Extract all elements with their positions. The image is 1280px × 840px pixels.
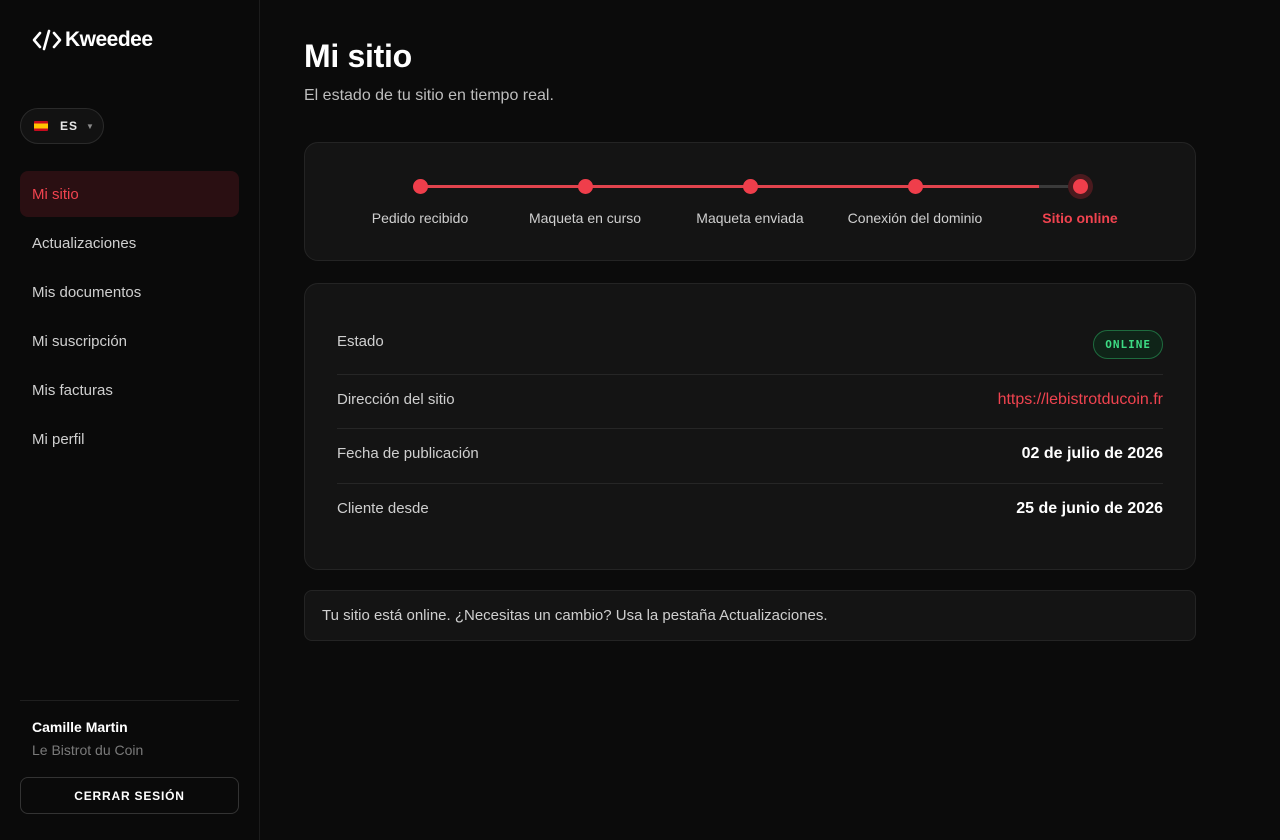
sidebar-nav: Mi sitio Actualizaciones Mis documentos … bbox=[20, 171, 239, 465]
page-title: Mi sitio bbox=[304, 38, 412, 74]
user-company: Le Bistrot du Coin bbox=[32, 742, 144, 758]
caret-down-icon: ▼ bbox=[86, 121, 94, 131]
page-subtitle: El estado de tu sitio en tiempo real. bbox=[304, 87, 554, 104]
detail-row-client-since: Cliente desde 25 de junio de 2026 bbox=[337, 484, 1163, 538]
language-code: ES bbox=[60, 119, 79, 133]
step-label-2: Maqueta en curso bbox=[528, 210, 642, 226]
sidebar-item-mis-facturas[interactable]: Mis facturas bbox=[20, 367, 239, 413]
detail-row-address: Dirección del sitio https://lebistrotduc… bbox=[337, 375, 1163, 429]
step-label-4: Conexión del dominio bbox=[847, 210, 983, 226]
status-label: Estado bbox=[337, 333, 384, 350]
step-dot-1 bbox=[413, 179, 428, 194]
info-note: Tu sitio está online. ¿Necesitas un camb… bbox=[304, 590, 1196, 641]
step-label-5: Sitio online bbox=[1042, 210, 1118, 226]
address-label: Dirección del sitio bbox=[337, 391, 455, 408]
progress-stepper: Pedido recibido Maqueta en curso Maqueta… bbox=[304, 142, 1196, 261]
step-dot-2 bbox=[578, 179, 593, 194]
published-label: Fecha de publicación bbox=[337, 445, 479, 462]
language-selector[interactable]: ES ▼ bbox=[20, 108, 104, 144]
sidebar-divider bbox=[20, 700, 239, 701]
sidebar-item-mi-sitio[interactable]: Mi sitio bbox=[20, 171, 239, 217]
sidebar: Kweedee ES ▼ Mi sitio Actualizaciones Mi… bbox=[0, 0, 260, 840]
sidebar-item-actualizaciones[interactable]: Actualizaciones bbox=[20, 220, 239, 266]
published-date: 02 de julio de 2026 bbox=[1021, 445, 1163, 462]
site-details-card: Estado ONLINE Dirección del sitio https:… bbox=[304, 283, 1196, 570]
spain-flag-icon bbox=[34, 121, 48, 131]
client-since-date: 25 de junio de 2026 bbox=[1016, 500, 1163, 517]
sidebar-item-mi-perfil[interactable]: Mi perfil bbox=[20, 416, 239, 462]
site-url-link[interactable]: https://lebistrotducoin.fr bbox=[998, 391, 1163, 409]
step-label-3: Maqueta enviada bbox=[696, 210, 804, 226]
logout-button[interactable]: CERRAR SESIÓN bbox=[20, 777, 239, 814]
status-badge: ONLINE bbox=[1093, 330, 1163, 359]
step-label-1: Pedido recibido bbox=[371, 210, 469, 226]
brand-name: Kweedee bbox=[65, 28, 153, 51]
step-dot-4 bbox=[908, 179, 923, 194]
detail-row-published: Fecha de publicación 02 de julio de 2026 bbox=[337, 429, 1163, 483]
progress-track-filled bbox=[421, 185, 1039, 188]
detail-row-status: Estado ONLINE bbox=[337, 321, 1163, 375]
sidebar-item-mis-documentos[interactable]: Mis documentos bbox=[20, 269, 239, 315]
user-name: Camille Martin bbox=[32, 719, 128, 735]
step-dot-5-current bbox=[1068, 174, 1093, 199]
step-dot-3 bbox=[743, 179, 758, 194]
client-since-label: Cliente desde bbox=[337, 500, 429, 517]
sidebar-item-mi-suscripcion[interactable]: Mi suscripción bbox=[20, 318, 239, 364]
code-brackets-icon bbox=[32, 29, 62, 51]
brand-logo[interactable]: Kweedee bbox=[32, 27, 153, 53]
